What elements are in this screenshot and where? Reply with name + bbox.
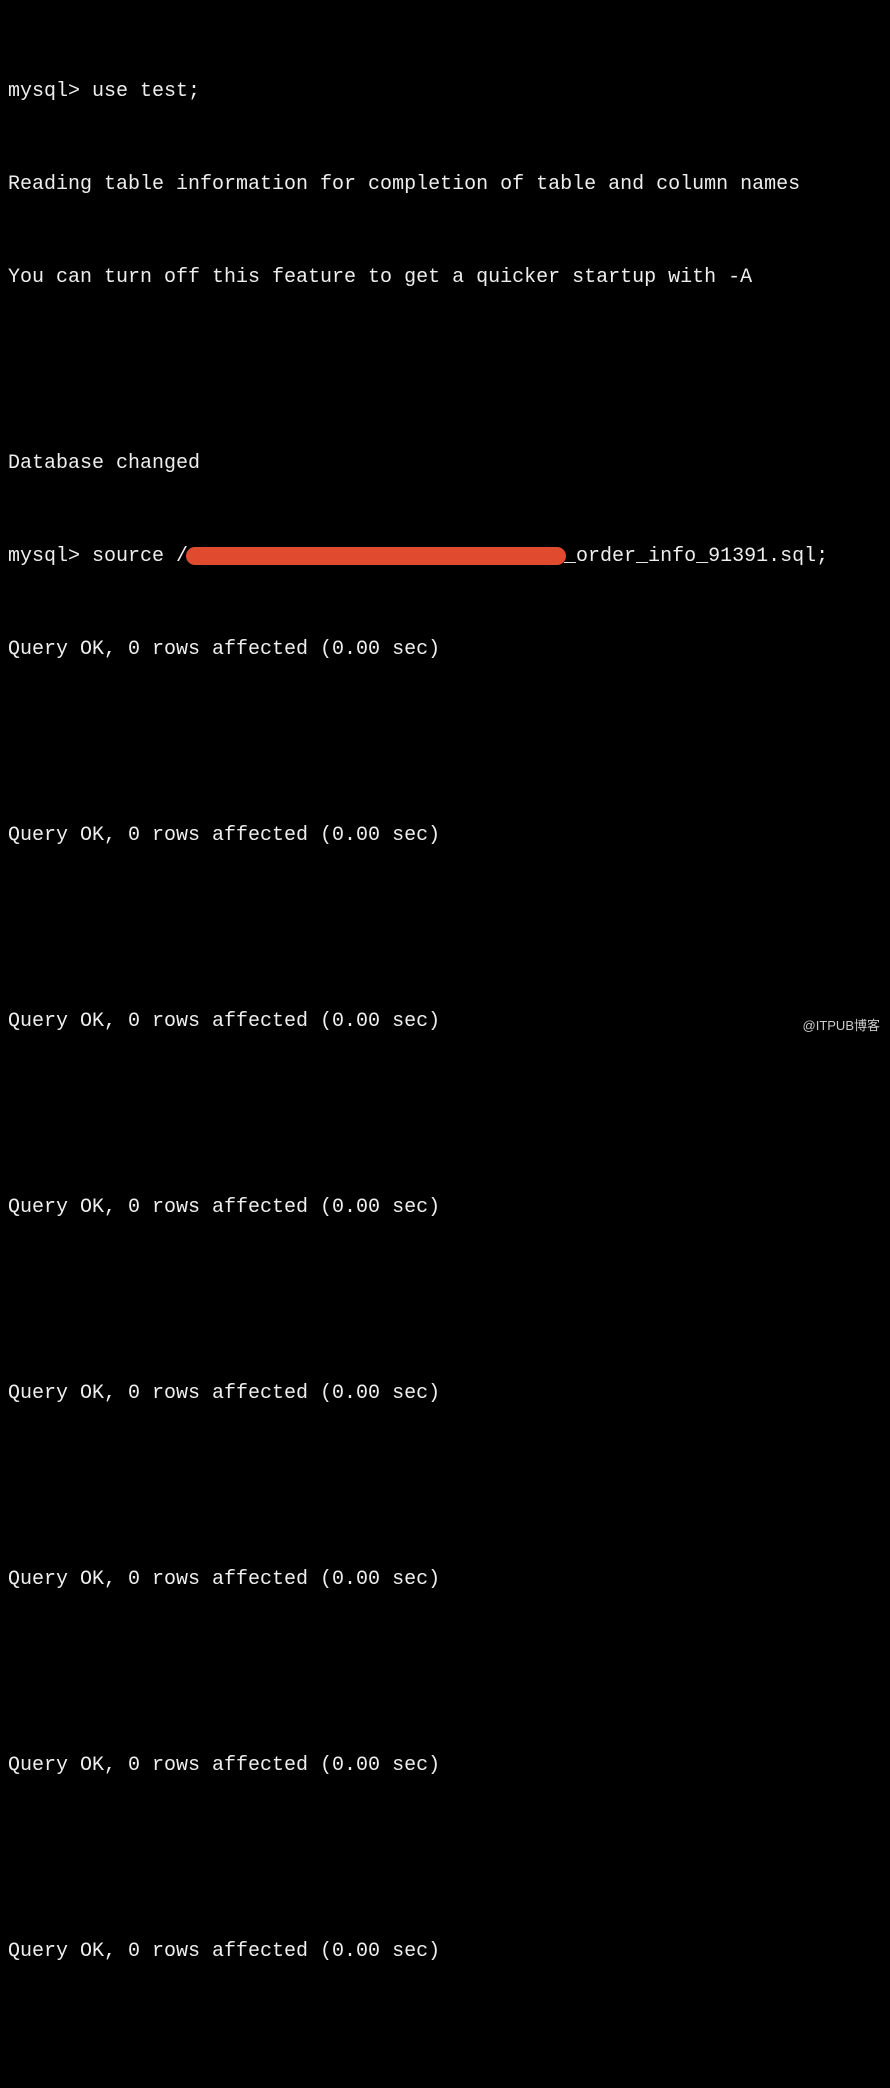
command-text-post: _order_info_91391.sql; [564, 541, 828, 572]
query-result: Query OK, 0 rows affected (0.00 sec) [8, 1564, 882, 1595]
command-line-2: mysql> source / _order_info_91391.sql; [8, 541, 882, 572]
redaction-mark [186, 547, 566, 565]
query-result: Query OK, 0 rows affected (0.00 sec) [8, 1750, 882, 1781]
blank-line [8, 727, 882, 758]
query-result: Query OK, 0 rows affected (0.00 sec) [8, 820, 882, 851]
query-result: Query OK, 0 rows affected (0.00 sec) [8, 1378, 882, 1409]
blank-line [8, 2029, 882, 2060]
query-result: Query OK, 0 rows affected (0.00 sec) [8, 634, 882, 665]
blank-line [8, 1099, 882, 1130]
mysql-prompt: mysql> [8, 76, 80, 107]
blank-line [8, 1285, 882, 1316]
watermark-text: @ITPUB博客 [803, 1016, 880, 1036]
terminal-output[interactable]: mysql> use test; Reading table informati… [8, 14, 882, 2088]
info-line: You can turn off this feature to get a q… [8, 262, 882, 293]
blank-line [8, 355, 882, 386]
command-line-1: mysql> use test; [8, 76, 882, 107]
blank-line [8, 913, 882, 944]
query-result: Query OK, 0 rows affected (0.00 sec) [8, 1006, 882, 1037]
command-text: use test; [92, 76, 200, 107]
blank-line [8, 1843, 882, 1874]
db-changed-line: Database changed [8, 448, 882, 479]
blank-line [8, 1471, 882, 1502]
query-result: Query OK, 0 rows affected (0.00 sec) [8, 1936, 882, 1967]
info-line: Reading table information for completion… [8, 169, 882, 200]
mysql-prompt: mysql> [8, 541, 80, 572]
command-text-pre: source / [92, 541, 188, 572]
query-result: Query OK, 0 rows affected (0.00 sec) [8, 1192, 882, 1223]
blank-line [8, 1657, 882, 1688]
